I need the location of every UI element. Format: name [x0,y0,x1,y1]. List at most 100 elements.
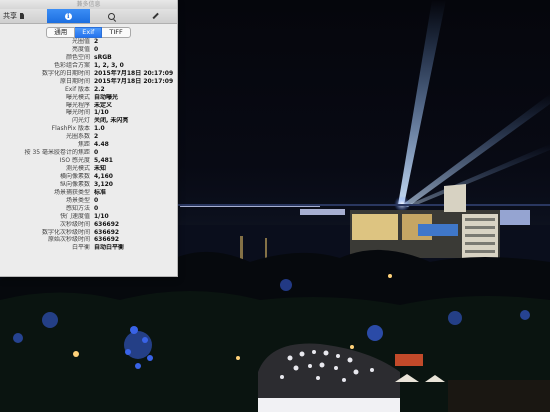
exif-value: 636692 [94,236,120,244]
exif-row: 感知方法 0 [0,205,176,213]
info-tab-button[interactable]: i [46,9,90,23]
exif-row: 数字化次秒级时间 636692 [0,229,176,237]
exif-row: 光圈值 2 [0,38,176,46]
exif-row: 数字化的日期时间 2015年7月18日 20:17:09 [0,70,176,78]
inspector-toolbar: 共享 i [0,9,177,24]
exif-key: 色彩组合方案 [53,61,90,69]
exif-value: 4.48 [94,141,109,149]
exif-value: 4,160 [94,172,113,180]
light-beam [398,0,446,205]
exif-value: 0 [94,196,99,204]
exif-key: 原始次秒级时间 [47,236,90,244]
exif-key: 数字化次秒级时间 [41,228,90,236]
exif-value: 636692 [94,220,120,228]
exif-key: 光圈系数 [65,133,90,141]
light-beam [402,94,550,207]
exif-key: 按 35 毫米胶卷计的焦距 [24,149,90,157]
exif-row: 原日期时间 2015年7月18日 20:17:09 [0,78,176,86]
exif-value: 2015年7月18日 20:17:09 [94,69,174,77]
exif-row: FlashPix 版本 1.0 [0,125,176,133]
exif-row: 次秒级时间 636692 [0,221,176,229]
exif-row: 纵向像素数 3,120 [0,181,176,189]
exif-row: ISO 感光度 5,481 [0,157,176,165]
exif-row: 曝光程序 未定义 [0,102,176,110]
exif-row: 测光模式 未知 [0,165,176,173]
exif-value: 未知 [94,165,107,172]
exif-value: 3,120 [94,180,113,188]
exif-row: 场景捕获类型 标准 [0,189,176,197]
exif-row: 颜色空间 sRGB [0,54,176,62]
title-bar[interactable]: 兼多信息 [0,0,177,9]
exif-row: 亮度值 0 [0,46,176,54]
exif-row: 焦距 4.48 [0,141,176,149]
exif-key: FlashPix 版本 [51,125,90,133]
share-label: 共享 [3,12,17,20]
exif-value: 未定义 [94,101,113,109]
exif-value: 2 [94,133,99,141]
exif-value: 5,481 [94,157,113,165]
magnifier-icon [108,12,116,20]
exif-key: 焦距 [77,141,90,149]
exif-row: 曝光模式 自动曝光 [0,94,176,102]
exif-key: Exif 版本 [64,85,90,93]
exif-row: Exif 版本 2.2 [0,86,176,94]
exif-row: 光圈系数 2 [0,133,176,141]
exif-value: 0 [94,149,99,157]
exif-list: 光圈值 2 亮度值 0 颜色空间 sRGB 色彩组合方案 1, 2, 3, 0 数字化的日期时间… [0,38,176,252]
exif-value: 2 [94,38,99,45]
exif-row: 白平衡 自动白平衡 [0,244,176,252]
exif-row: 曝光时间 1/10 [0,109,176,117]
inspector-panel: 兼多信息 共享 i 通用 Exif TIFF 光圈值 2 亮度值 0 颜色空间 sRGB 色… [0,0,178,277]
exif-key: 纵向像素数 [59,180,90,188]
tab-general[interactable]: 通用 [46,27,76,38]
exif-key: 闪光灯 [71,117,90,125]
pen-icon [152,12,159,20]
exif-key: 横向像素数 [59,172,90,180]
share-button[interactable]: 共享 [0,9,47,23]
exif-key: 数字化的日期时间 [41,69,90,77]
exif-key: ISO 感光度 [59,157,90,165]
exif-key: 光圈值 [71,38,90,45]
exif-row: 闪光灯 关闭, 未闪亮 [0,117,176,125]
window-title: 兼多信息 [76,1,101,8]
exif-key: 白平衡 [71,244,90,252]
exif-value: 自动白平衡 [94,244,125,252]
exif-row: 按 35 毫米胶卷计的焦距 0 [0,149,176,157]
document-icon [20,13,24,19]
exif-value: 1.0 [94,125,105,133]
exif-key: 曝光时间 [65,109,90,117]
exif-key: 亮度值 [71,45,90,53]
exif-value: 自动曝光 [94,93,119,101]
exif-value: 1, 2, 3, 0 [94,61,124,69]
exif-key: 快门速度值 [59,212,90,220]
metadata-segmented-control: 通用 Exif TIFF [0,27,177,38]
exif-key: 颜色空间 [65,53,90,61]
exif-value: 636692 [94,228,120,236]
exif-key: 曝光模式 [65,93,90,101]
exif-row: 色彩组合方案 1, 2, 3, 0 [0,62,176,70]
exif-value: 1/10 [94,109,109,117]
exif-value: 2015年7月18日 20:17:09 [94,77,174,85]
exif-key: 场景类型 [65,196,90,204]
info-icon: i [64,12,72,20]
exif-key: 曝光程序 [65,101,90,109]
tab-exif[interactable]: Exif [75,27,103,38]
exif-row: 场景类型 0 [0,197,176,205]
exif-key: 原日期时间 [59,77,90,85]
exif-value: 0 [94,45,99,53]
exif-value: 1/10 [94,212,109,220]
exif-row: 快门速度值 1/10 [0,213,176,221]
exif-value: 关闭, 未闪亮 [94,117,129,125]
annotate-tab-button[interactable] [134,9,178,23]
exif-key: 次秒级时间 [59,220,90,228]
exif-value: 2.2 [94,85,105,93]
exif-key: 场景捕获类型 [53,188,90,196]
tab-tiff[interactable]: TIFF [102,27,131,38]
exif-key: 感知方法 [65,204,90,212]
search-tab-button[interactable] [90,9,134,23]
exif-value: 标准 [94,188,107,196]
exif-value: sRGB [94,53,112,61]
exif-value: 0 [94,204,99,212]
exif-key: 测光模式 [65,165,90,172]
exif-row: 横向像素数 4,160 [0,173,176,181]
